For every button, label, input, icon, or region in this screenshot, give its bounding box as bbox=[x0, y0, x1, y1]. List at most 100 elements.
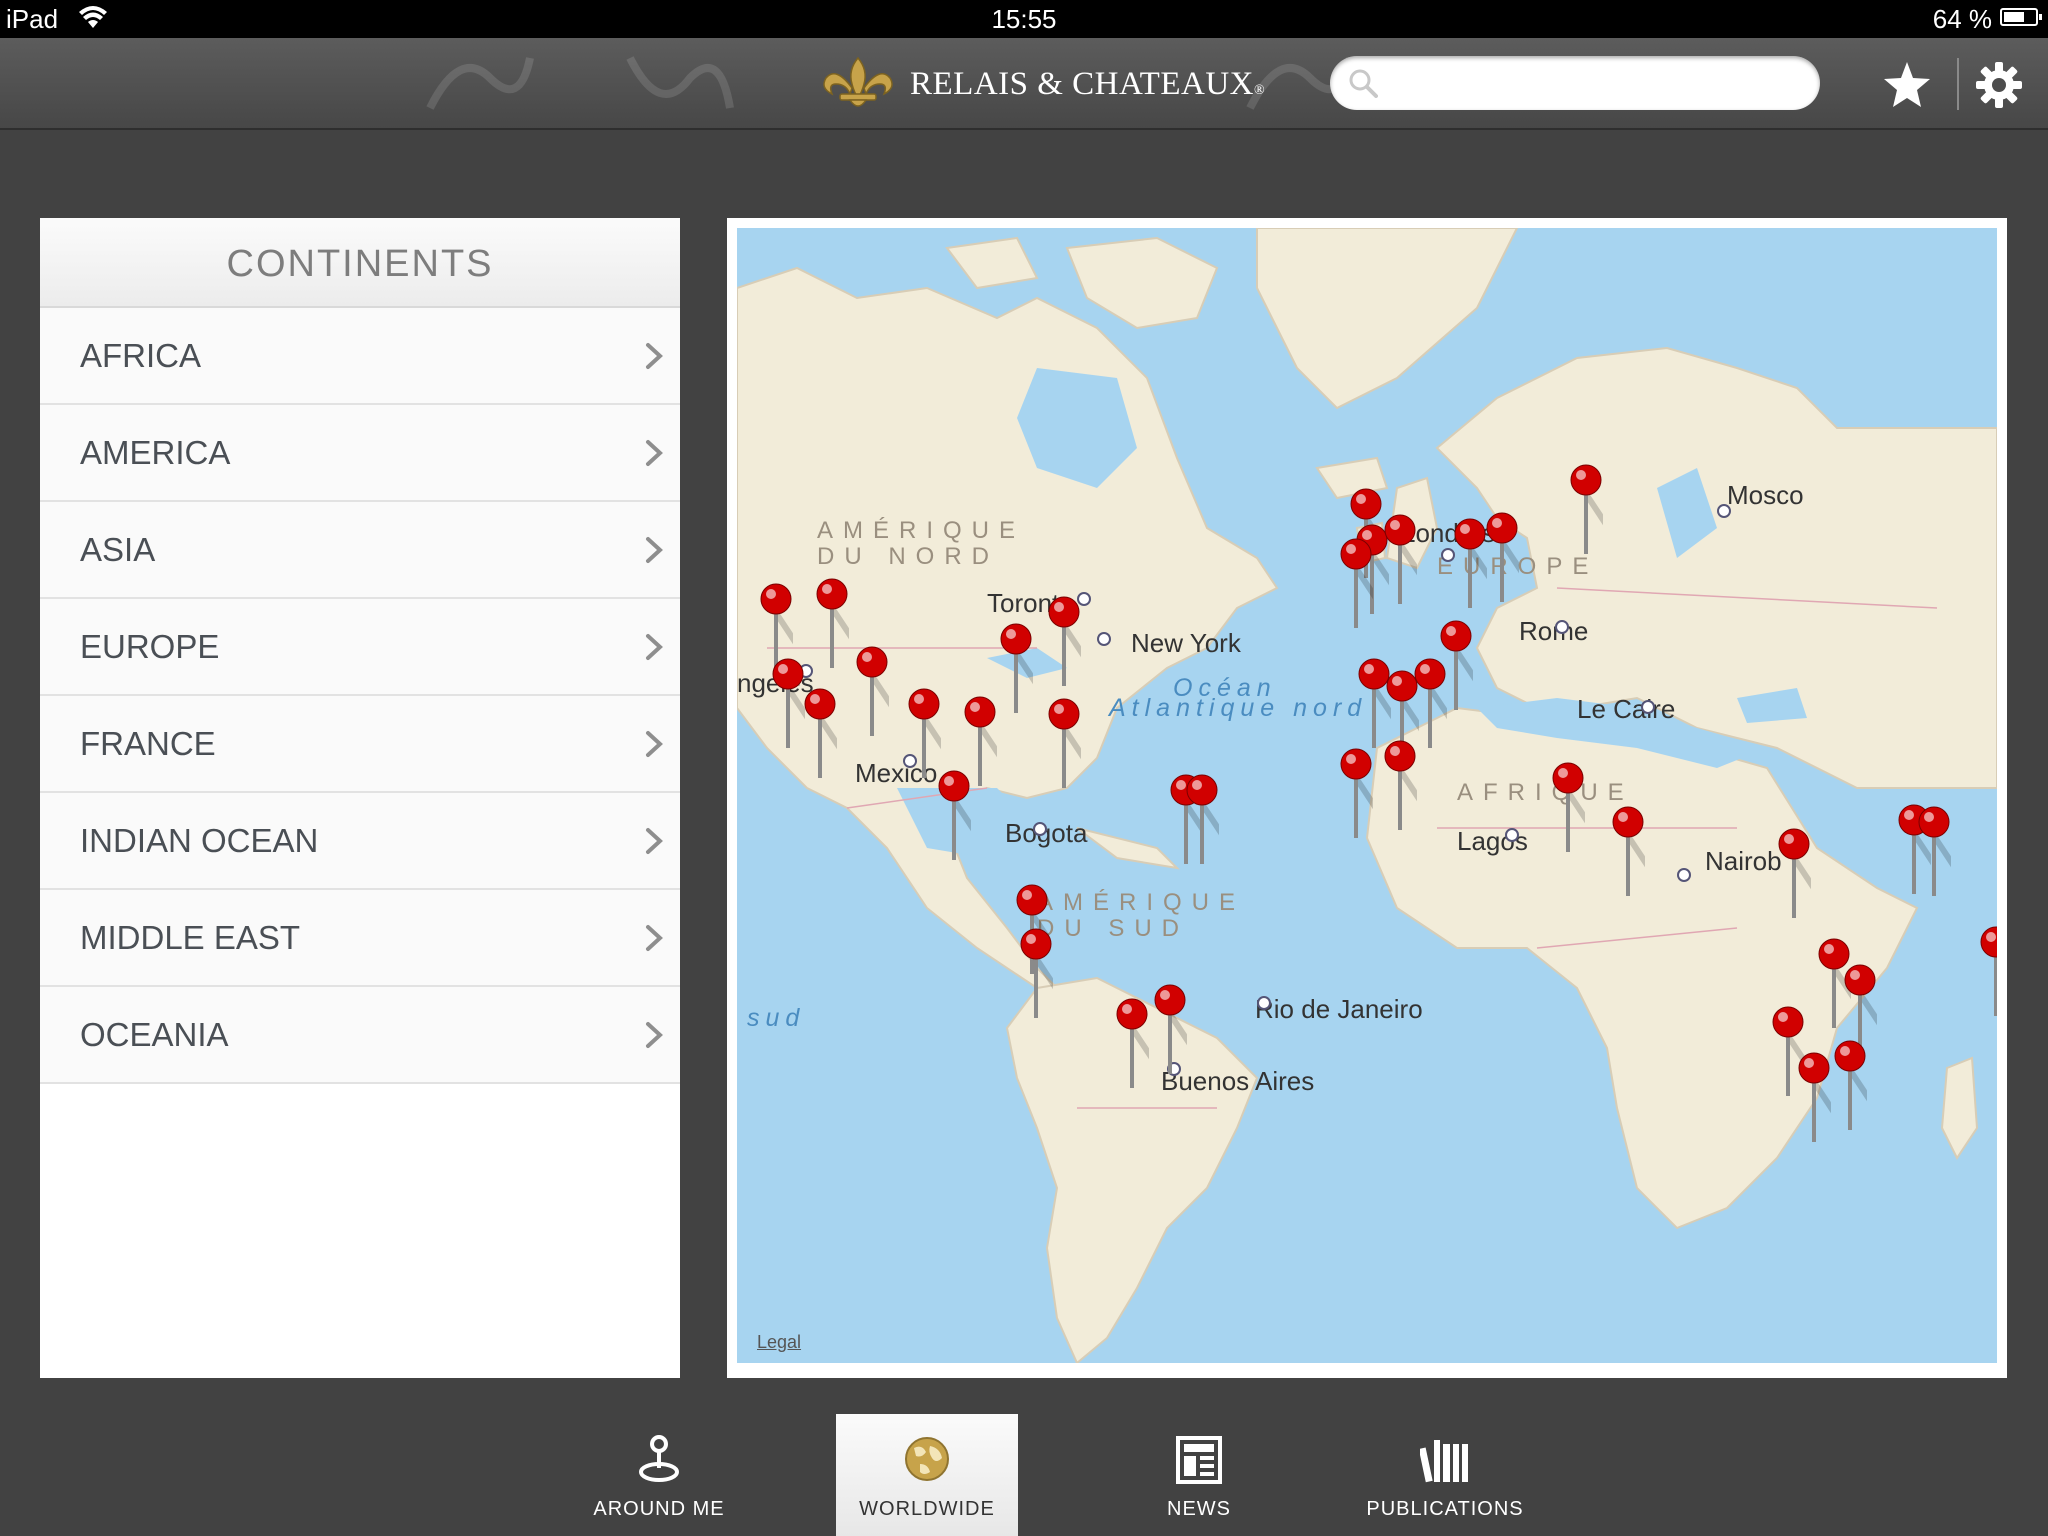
tab-news[interactable]: NEWS bbox=[1108, 1414, 1290, 1536]
ornament-decoration bbox=[426, 57, 534, 110]
map-pin[interactable] bbox=[1453, 518, 1487, 610]
newspaper-icon bbox=[1176, 1436, 1222, 1484]
map-pin[interactable] bbox=[1413, 658, 1447, 750]
globe-icon bbox=[905, 1437, 949, 1481]
map-pin[interactable] bbox=[1115, 998, 1149, 1090]
city-dot bbox=[1641, 700, 1655, 714]
continent-row-indian-ocean[interactable]: INDIAN OCEAN bbox=[40, 793, 680, 890]
brand-name: RELAIS & CHATEAUX® bbox=[910, 65, 1266, 102]
legal-link[interactable]: Legal bbox=[757, 1332, 801, 1353]
tab-label: WORLDWIDE bbox=[859, 1498, 995, 1520]
map-pin[interactable] bbox=[855, 646, 889, 738]
continent-row-france[interactable]: FRANCE bbox=[40, 696, 680, 793]
continent-row-europe[interactable]: EUROPE bbox=[40, 599, 680, 696]
city-dot bbox=[1033, 822, 1047, 836]
map-pin[interactable] bbox=[1047, 596, 1081, 688]
clock: 15:55 bbox=[991, 4, 1057, 34]
chevron-right-icon bbox=[646, 925, 663, 951]
ocean-label: Atlantique nord bbox=[1109, 694, 1368, 722]
gear-icon[interactable] bbox=[1974, 60, 2024, 110]
tab-worldwide[interactable]: WORLDWIDE bbox=[836, 1414, 1018, 1536]
search-input[interactable] bbox=[1390, 64, 1804, 104]
chevron-right-icon bbox=[646, 343, 663, 369]
continent-label: AMERICA bbox=[80, 434, 231, 471]
map-pin[interactable] bbox=[1383, 514, 1417, 606]
nav-divider bbox=[1957, 58, 1959, 110]
books-icon bbox=[1420, 1440, 1468, 1483]
panel-title: CONTINENTS bbox=[40, 218, 680, 308]
map-pin[interactable] bbox=[1485, 512, 1519, 604]
continent-label: FRANCE bbox=[80, 725, 216, 762]
ocean-label: sud bbox=[747, 1004, 806, 1032]
continent-row-asia[interactable]: ASIA bbox=[40, 502, 680, 599]
map-pin[interactable] bbox=[1833, 1040, 1867, 1132]
continent-label: AFRICA bbox=[80, 337, 202, 374]
continent-row-middle-east[interactable]: MIDDLE EAST bbox=[40, 890, 680, 987]
world-map[interactable]: AMÉRIQUE DU NORD EUROPE AFRIQUE AMÉRIQUE… bbox=[737, 228, 1997, 1363]
battery-percent: 64 % bbox=[1932, 4, 1992, 34]
map-pin[interactable] bbox=[771, 658, 805, 750]
continent-label: ASIA bbox=[80, 531, 156, 568]
map-pin[interactable] bbox=[1339, 748, 1373, 840]
city-label: Rio de Janeiro bbox=[1255, 994, 1423, 1024]
fleur-de-lis-icon bbox=[823, 56, 893, 107]
tab-bar: AROUND ME WORLDWIDE NEWS PUBLICATIONS bbox=[0, 1414, 2048, 1536]
map-pin[interactable] bbox=[999, 623, 1033, 715]
city-dot bbox=[1505, 828, 1519, 842]
search-bar[interactable] bbox=[1330, 56, 1820, 110]
city-label: Le Caire bbox=[1577, 694, 1676, 724]
map-pin[interactable] bbox=[1383, 740, 1417, 832]
region-label: AMÉRIQUE DU SUD bbox=[1037, 889, 1246, 942]
map-pin[interactable] bbox=[815, 578, 849, 670]
map-pin[interactable] bbox=[1153, 984, 1187, 1076]
tab-publications[interactable]: PUBLICATIONS bbox=[1354, 1414, 1536, 1536]
tab-label: NEWS bbox=[1167, 1498, 1231, 1520]
city-label: Mosco bbox=[1727, 480, 1804, 510]
map-pin[interactable] bbox=[1777, 828, 1811, 920]
map-pin[interactable] bbox=[1611, 806, 1645, 898]
tab-around-me[interactable]: AROUND ME bbox=[568, 1414, 750, 1536]
tab-label: AROUND ME bbox=[593, 1498, 725, 1520]
ornament-decoration bbox=[626, 56, 734, 109]
region-label: AMÉRIQUE DU NORD bbox=[817, 517, 1026, 570]
map-pin[interactable] bbox=[937, 770, 971, 862]
city-dot bbox=[1257, 996, 1271, 1010]
location-pin-icon bbox=[639, 1435, 679, 1482]
continent-row-america[interactable]: AMERICA bbox=[40, 405, 680, 502]
map-pin[interactable] bbox=[1797, 1052, 1831, 1144]
map-pin[interactable] bbox=[803, 688, 837, 780]
map-pin[interactable] bbox=[1979, 926, 1997, 1018]
chevron-right-icon bbox=[646, 634, 663, 660]
city-dot bbox=[1555, 620, 1569, 634]
continent-row-africa[interactable]: AFRICA bbox=[40, 308, 680, 405]
continent-label: MIDDLE EAST bbox=[80, 919, 301, 956]
map-pin[interactable] bbox=[1185, 774, 1219, 866]
city-dot bbox=[1717, 504, 1731, 518]
chevron-right-icon bbox=[646, 731, 663, 757]
city-dot bbox=[1097, 632, 1111, 646]
chevron-right-icon bbox=[646, 537, 663, 563]
city-label: Bogota bbox=[1005, 818, 1088, 848]
status-bar: iPad 15:55 64 % bbox=[0, 0, 2048, 38]
map-pin[interactable] bbox=[1019, 928, 1053, 1020]
map-pin[interactable] bbox=[907, 688, 941, 780]
continent-row-oceania[interactable]: OCEANIA bbox=[40, 987, 680, 1084]
continent-label: EUROPE bbox=[80, 628, 220, 665]
brand-logo: RELAIS & CHATEAUX® bbox=[820, 54, 1265, 114]
continents-panel: CONTINENTS AFRICA AMERICA ASIA EUROPE FRANCE… bbox=[40, 218, 680, 1378]
map-pin[interactable] bbox=[1047, 698, 1081, 790]
map-pin[interactable] bbox=[1917, 806, 1951, 898]
chevron-right-icon bbox=[646, 440, 663, 466]
nav-bar: RELAIS & CHATEAUX® bbox=[0, 38, 2048, 130]
city-label: New York bbox=[1131, 628, 1241, 658]
continent-label: OCEANIA bbox=[80, 1016, 229, 1053]
city-label: Nairob bbox=[1705, 846, 1782, 876]
map-pin[interactable] bbox=[1339, 538, 1373, 630]
continent-list: AFRICA AMERICA ASIA EUROPE FRANCE INDIAN OCEA… bbox=[40, 308, 680, 1084]
map-pin[interactable] bbox=[1569, 464, 1603, 556]
map-frame: AMÉRIQUE DU NORD EUROPE AFRIQUE AMÉRIQUE… bbox=[727, 218, 2007, 1378]
chevron-right-icon bbox=[646, 828, 663, 854]
region-label: AFRIQUE bbox=[1457, 779, 1634, 806]
star-icon[interactable] bbox=[1880, 58, 1934, 112]
map-pin[interactable] bbox=[1551, 762, 1585, 854]
